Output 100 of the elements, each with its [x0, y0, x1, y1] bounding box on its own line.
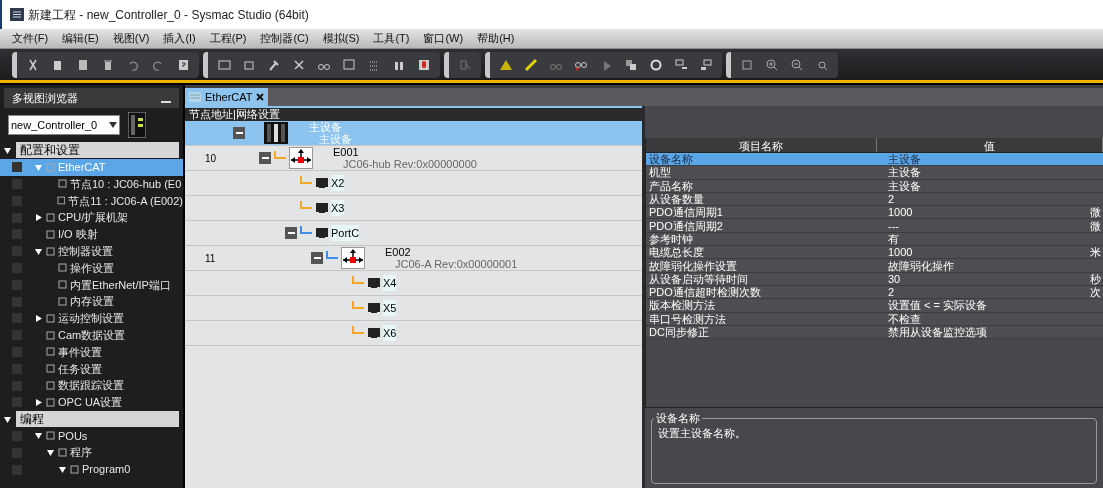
- scissors-icon[interactable]: [26, 57, 40, 72]
- collapsed-caret-icon[interactable]: [34, 397, 43, 407]
- tree-row[interactable]: 数据跟踪设置: [0, 377, 183, 394]
- port-label[interactable]: X4: [383, 274, 397, 292]
- expanded-caret-icon[interactable]: [3, 145, 12, 155]
- tree-item[interactable]: I/O 映射: [58, 226, 98, 243]
- collapse-toggle[interactable]: [311, 252, 323, 264]
- expanded-caret-icon[interactable]: [34, 431, 43, 441]
- network-icon[interactable]: [699, 57, 713, 72]
- property-row[interactable]: 电缆总长度 1000 米: [646, 246, 1103, 260]
- port-label[interactable]: X2: [331, 174, 345, 192]
- property-value[interactable]: 不检查: [877, 312, 1103, 325]
- collapsed-caret-icon[interactable]: [34, 213, 43, 223]
- tree-item[interactable]: 任务设置: [58, 360, 102, 377]
- zoom-out-icon[interactable]: [790, 57, 804, 72]
- collapse-toggle[interactable]: [285, 227, 297, 239]
- tree-item[interactable]: 内置EtherNet/IP端口: [70, 276, 171, 293]
- tree-item[interactable]: Cam数据设置: [58, 326, 126, 344]
- property-value[interactable]: 30: [877, 272, 1090, 285]
- menu-item[interactable]: 编辑(E): [62, 30, 99, 47]
- port-label[interactable]: PortC: [331, 224, 360, 242]
- property-value[interactable]: 有: [877, 232, 1103, 245]
- tree-row[interactable]: 运动控制设置: [0, 309, 183, 327]
- tree-row[interactable]: 程序: [0, 444, 183, 462]
- property-value[interactable]: ---: [877, 219, 1090, 232]
- tab[interactable]: EtherCAT: [185, 88, 269, 106]
- menu-item[interactable]: 视图(V): [112, 30, 150, 47]
- column-header[interactable]: 项目名称: [646, 138, 877, 152]
- menu-item[interactable]: 文件(F): [12, 30, 49, 47]
- property-value[interactable]: 故障弱化操作: [877, 259, 1103, 272]
- controller-dropdown[interactable]: new_Controller_0: [8, 115, 120, 135]
- menu-item[interactable]: 模拟(S): [322, 30, 360, 47]
- tree-row[interactable]: 操作设置: [0, 259, 183, 277]
- tree-row[interactable]: Program0: [0, 461, 183, 478]
- tree-row[interactable]: 节点10 : JC06-hub (E0: [0, 175, 183, 193]
- port-label[interactable]: X3: [331, 199, 345, 217]
- device-name[interactable]: E002: [385, 246, 518, 258]
- expanded-caret-icon[interactable]: [46, 448, 55, 458]
- property-value[interactable]: 1000: [877, 206, 1090, 219]
- tree-row[interactable]: 内置EtherNet/IP端口: [0, 276, 183, 294]
- column-header[interactable]: 值: [877, 138, 1103, 152]
- zoom-in-icon[interactable]: [765, 57, 779, 72]
- property-value[interactable]: 设置值 < = 实际设备: [877, 299, 1103, 312]
- tree-item[interactable]: 运动控制设置: [58, 310, 124, 327]
- tree-item[interactable]: 数据跟踪设置: [58, 377, 124, 394]
- tree-item[interactable]: Program0: [82, 461, 131, 478]
- tree-item[interactable]: 控制器设置: [58, 242, 113, 260]
- pencil-icon[interactable]: [524, 57, 538, 72]
- menu-item[interactable]: 窗口(W): [423, 30, 464, 47]
- collapse-toggle[interactable]: [233, 127, 245, 139]
- property-value[interactable]: 2: [877, 286, 1090, 299]
- paste-icon[interactable]: [76, 57, 90, 72]
- tree-item[interactable]: OPC UA设置: [58, 394, 123, 411]
- menu-item[interactable]: 帮助(H): [477, 30, 515, 47]
- tree-item[interactable]: CPU/扩展机架: [58, 209, 129, 226]
- expanded-caret-icon[interactable]: [3, 414, 12, 424]
- trash-icon[interactable]: [101, 57, 115, 72]
- property-row[interactable]: 版本检测方法 设置值 < = 实际设备: [646, 299, 1103, 313]
- alert-icon[interactable]: [417, 57, 431, 72]
- tree-row[interactable]: I/O 映射: [0, 226, 183, 243]
- tool-icon[interactable]: [292, 57, 306, 72]
- network-icon[interactable]: [674, 57, 688, 72]
- section-header[interactable]: 编程: [16, 411, 179, 428]
- menu-item[interactable]: 工程(P): [209, 30, 247, 47]
- close-icon[interactable]: [256, 93, 265, 101]
- port-label[interactable]: X6: [383, 324, 397, 342]
- tree-row[interactable]: POUs: [0, 427, 183, 445]
- menu-item[interactable]: 控制器(C): [260, 30, 309, 47]
- property-value[interactable]: 1000: [877, 246, 1090, 259]
- tree-row[interactable]: 任务设置: [0, 360, 183, 378]
- device-name[interactable]: E001: [333, 146, 477, 158]
- tree-item[interactable]: 程序: [70, 444, 92, 461]
- tree-item[interactable]: POUs: [58, 427, 88, 445]
- port-label[interactable]: X5: [383, 299, 397, 317]
- hammer-icon[interactable]: [267, 57, 281, 72]
- property-row[interactable]: 设备名称 主设备: [646, 153, 1103, 167]
- tree-item[interactable]: 操作设置: [70, 259, 114, 277]
- tree-row[interactable]: CPU/扩展机架: [0, 209, 183, 226]
- tree-row[interactable]: Cam数据设置: [0, 326, 183, 344]
- expanded-caret-icon[interactable]: [34, 246, 43, 256]
- property-value[interactable]: 主设备: [877, 153, 1103, 166]
- property-row[interactable]: 故障弱化操作设置 故障弱化操作: [646, 259, 1103, 273]
- property-row[interactable]: PDO通信周期1 1000 微: [646, 206, 1103, 220]
- tree-item[interactable]: 节点10 : JC06-hub (E0: [70, 175, 182, 193]
- tree-row[interactable]: 控制器设置: [0, 242, 183, 260]
- property-value[interactable]: 2: [877, 193, 1103, 206]
- property-value[interactable]: 禁用从设备监控选项: [877, 326, 1103, 338]
- tree-row[interactable]: 节点11 : JC06-A (E002): [0, 192, 183, 210]
- tree-item[interactable]: 节点11 : JC06-A (E002): [68, 192, 183, 210]
- property-row[interactable]: 机型 主设备: [646, 166, 1103, 180]
- expanded-caret-icon[interactable]: [58, 465, 67, 475]
- stack-icon[interactable]: [624, 57, 638, 72]
- tree-row[interactable]: 内存设置: [0, 293, 183, 310]
- tree-item[interactable]: 事件设置: [58, 343, 102, 361]
- network-row[interactable]: 10 E001 JC06-hub Rev:0x00000000: [185, 146, 642, 171]
- monitor-icon[interactable]: [342, 57, 356, 72]
- property-value[interactable]: 主设备: [877, 166, 1103, 179]
- menu-item[interactable]: 插入(I): [163, 30, 196, 47]
- tree-item[interactable]: 内存设置: [70, 293, 114, 310]
- property-row[interactable]: PDO通信周期2 --- 微: [646, 219, 1103, 233]
